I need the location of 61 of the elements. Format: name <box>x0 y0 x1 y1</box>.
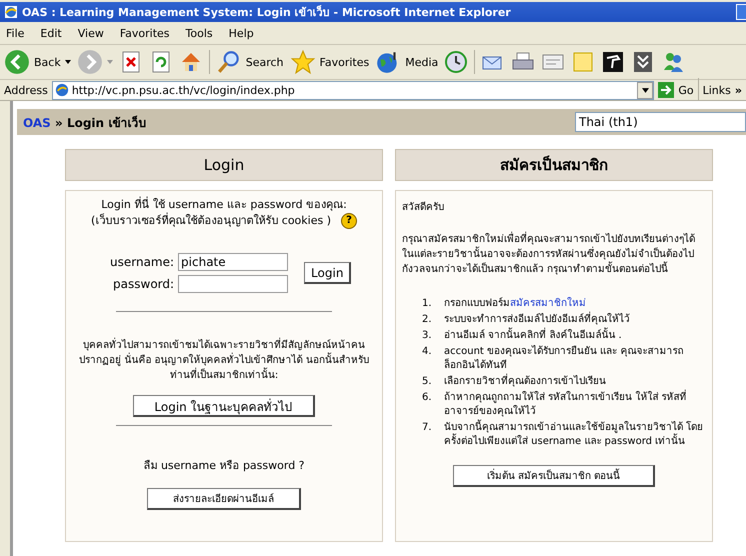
username-field[interactable]: pichate <box>178 253 288 271</box>
search-button[interactable]: Search <box>216 49 284 75</box>
history-icon[interactable] <box>444 50 468 74</box>
step-text: เลือกรายวิชาที่คุณต้องการเข้าไปเรียน <box>444 375 606 389</box>
signup-link[interactable]: สมัครสมาชิกใหม่ <box>510 298 586 309</box>
login-instructions: Login ที่นี่ ใช้ username และ password ของคุณ: <box>100 197 348 212</box>
back-button[interactable]: Back <box>4 49 71 75</box>
panel-heading: สมัครเป็นสมาชิก <box>395 149 713 181</box>
dropdown-arrow-icon[interactable] <box>64 60 71 64</box>
password-label: password: <box>113 277 174 291</box>
step-number: 5. <box>422 375 433 389</box>
greeting-text: สวัสดีครับ <box>402 200 445 214</box>
menu-item[interactable]: View <box>78 26 104 40</box>
send-email-button[interactable]: ส่งรายละเอียดผ่านอีเมล์ <box>147 488 301 510</box>
menu-item[interactable]: Favorites <box>120 26 170 40</box>
menu-item[interactable]: File <box>6 26 24 40</box>
guest-info-text: บุคคลทั่วไปสามารถเข้าชมได้เฉพาะรายวิชาที่มีสัญลักษณ์หน้าคน ปรากฏอยู่ นั่นคือ อนุญาตให้บุคคลทั่วไปเข้าศึกษาได้ นอกนั้นสำหรับท่านที่เป็นสมาชิกเท่านั้น: <box>74 338 374 383</box>
signup-instructions: กรุณาสมัครสมาชิกใหม่เพื่อที่คุณจะสามารถเข้าไปยังบทเรียนต่างๆได้ ในแต่ละรายวิชานั้นอาจจะต้องการรหัสผ่านซึ่งคุณยังไม่จำเป็นต้องไปกังวลจนกว่าจะได้เป็นสมาชิกแล้ว กรุณาทำตามขั้นตอนต่อไปนี้ <box>402 232 706 277</box>
links-button[interactable]: Links <box>702 84 731 96</box>
guest-login-button[interactable]: Login ในฐานะบุคคลทั่วไป <box>133 395 315 417</box>
start-signup-button[interactable]: เริ่มต้น สมัครเป็นสมาชิก ตอนนี้ <box>453 465 655 487</box>
window-title: OAS : Learning Management System: Login เข้าเว็บ - Microsoft Internet Explorer <box>22 4 512 21</box>
step-text: นับจากนี้คุณสามารถเข้าอ่านและใช้ข้อมูลในรายวิชาได้ โดยครั้งต่อไปเพียงแต่ใส่ username และ password เท่านั้น <box>444 421 706 449</box>
breadcrumb-current: Login เข้าเว็บ <box>66 116 146 130</box>
step-number: 3. <box>422 329 433 343</box>
chevron-icon[interactable]: » <box>734 84 742 96</box>
dropdown-arrow-icon <box>642 88 649 92</box>
step-number: 2. <box>422 313 433 327</box>
home-link[interactable]: OAS <box>23 116 51 130</box>
page-icon <box>54 83 69 97</box>
step-number: 7. <box>422 421 433 435</box>
menu-item[interactable]: Tools <box>186 26 213 40</box>
step-number: 1. <box>422 297 433 311</box>
arrow-icon <box>658 82 674 98</box>
username-label: username: <box>110 255 174 269</box>
language-select[interactable]: Thai (th1) <box>575 112 746 132</box>
step-text: ถ้าหากคุณถูกถามให้ใส่ รหัสในการเข้าเรียน ให้ใส่ รหัสที่อาจารย์ของคุณให้ไว้ <box>444 391 706 419</box>
address-label: Address <box>4 84 48 96</box>
panel-heading: Login <box>65 149 383 181</box>
breadcrumb-separator: » <box>55 116 63 130</box>
favorites-button[interactable]: Favorites <box>290 49 370 75</box>
step-number: 4. <box>422 345 433 359</box>
step-text: ระบบจะทำการส่งอีเมล์ไปยังอีเมล์ที่คุณให้ไว้ <box>444 313 630 327</box>
password-field[interactable] <box>178 275 288 293</box>
people-icon[interactable] <box>661 50 686 74</box>
step-text: account ของคุณจะได้รับการยืนยัน และ คุณจะสามารถ ล็อกอินได้ทันที <box>444 345 684 373</box>
step-number: 6. <box>422 391 433 405</box>
cookies-note: (เว็บบราวเซอร์ที่คุณใช้ต้องอนุญาตให้รับ cookies ) <box>90 213 331 229</box>
address-field[interactable]: http://vc.pn.psu.ac.th/vc/login/index.php <box>52 80 654 100</box>
help-icon[interactable]: ? <box>341 213 357 229</box>
menu-item[interactable]: Help <box>228 26 254 40</box>
dropdown-button[interactable] <box>637 82 654 98</box>
step-text: กรอกแบบฟอร์มสมัครสมาชิกใหม่ <box>444 297 586 311</box>
menu-item[interactable]: Edit <box>40 26 62 40</box>
go-button[interactable]: Go <box>658 82 694 98</box>
login-button[interactable]: Login <box>304 262 352 284</box>
star-icon <box>290 49 316 75</box>
media-button[interactable]: Media <box>375 49 438 75</box>
step-text: อ่านอีเมล์ จากนั้นคลิกที่ ลิงค์ในอีเมล์นั้น . <box>444 329 622 343</box>
forgot-password-text: ลืม username หรือ password ? <box>142 458 306 474</box>
browser-icon <box>4 5 18 19</box>
